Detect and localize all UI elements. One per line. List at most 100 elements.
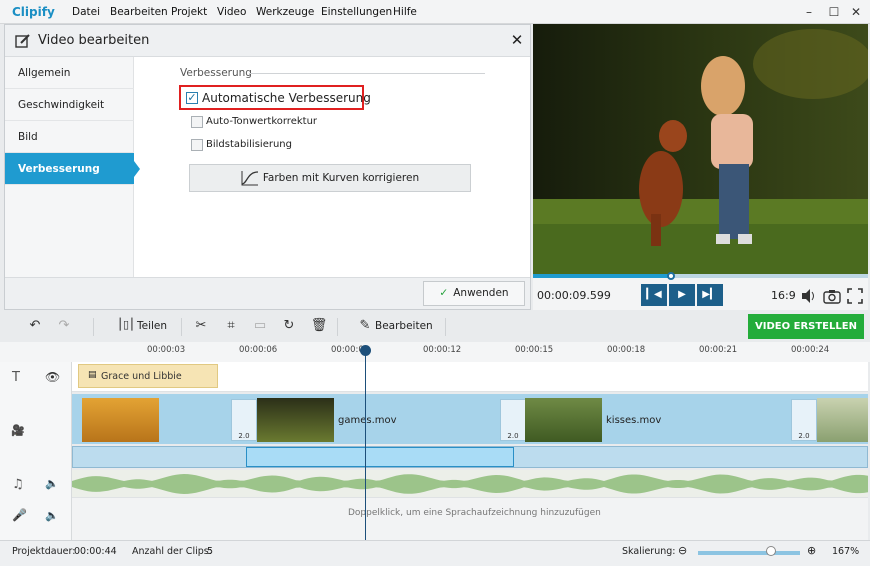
tick-label: 00:00:03 [147, 345, 186, 355]
clip-thumbnail[interactable] [817, 398, 868, 442]
play-button[interactable]: ▶ [669, 284, 695, 306]
menu-datei[interactable]: Datei [72, 6, 100, 18]
tick-label: 00:00:15 [515, 345, 554, 355]
transition-duration: 2.0 [507, 432, 519, 440]
zoom-slider[interactable] [698, 551, 800, 555]
zoom-label: Skalierung: [622, 546, 676, 557]
audio-track[interactable] [72, 470, 868, 498]
clip-thumbnail[interactable] [257, 398, 334, 442]
clips-count-value: 5 [207, 546, 214, 557]
seek-handle[interactable] [667, 272, 675, 280]
menu-hilfe[interactable]: Hilfe [393, 6, 417, 18]
transition-duration: 2.0 [798, 432, 810, 440]
music-icon: ♫ [12, 477, 24, 492]
scissors-icon[interactable]: ✂ [192, 318, 210, 333]
active-arrow-icon [134, 161, 140, 177]
video-track[interactable] [72, 394, 868, 444]
auto-enhance-checkbox[interactable]: ✓ [186, 92, 198, 104]
apply-button[interactable]: ✓ Anwenden [423, 281, 525, 306]
voice-track[interactable] [72, 498, 868, 540]
clip-thumbnail[interactable] [525, 398, 602, 442]
menu-bearbeiten[interactable]: Bearbeiten [110, 6, 168, 18]
maximize-button[interactable]: ☐ [823, 2, 845, 22]
clip-thumbnail[interactable] [82, 398, 159, 442]
sidebar-item-geschwindigkeit[interactable]: Geschwindigkeit [5, 89, 134, 121]
track-headers [0, 362, 72, 540]
fullscreen-icon[interactable] [847, 288, 863, 304]
app-logo: Clipify [12, 5, 55, 19]
curves-button-label: Farben mit Kurven korrigieren [262, 172, 420, 184]
skip-back-button[interactable]: ▎◀ [641, 284, 667, 306]
dialog-header: Video bearbeiten ✕ [5, 25, 530, 57]
microphone-icon: 🎤 [12, 508, 27, 522]
eye-icon[interactable]: 👁 [45, 370, 60, 384]
selected-segment[interactable] [246, 447, 514, 467]
video-track-icon: 🎥 [11, 424, 25, 437]
title-icon: ▤ [88, 370, 97, 380]
close-window-button[interactable]: ✕ [845, 2, 867, 22]
split-icon[interactable]: ⎮▯⎮ [117, 318, 135, 331]
curves-button[interactable]: Farben mit Kurven korrigieren [189, 164, 471, 192]
rotate-icon[interactable]: ↻ [280, 318, 298, 333]
sidebar-item-verbesserung[interactable]: Verbesserung [5, 153, 134, 185]
toolbar-separator [181, 318, 182, 336]
snapshot-icon[interactable] [823, 288, 841, 304]
create-video-button[interactable]: VIDEO ERSTELLEN [748, 314, 864, 339]
edit-video-dialog: Video bearbeiten ✕ Allgemein Geschwindig… [4, 24, 531, 310]
split-button[interactable]: Teilen [137, 320, 167, 332]
undo-icon[interactable]: ↶ [26, 318, 44, 333]
sidebar-item-allgemein[interactable]: Allgemein [5, 57, 134, 89]
tick-label: 00:00:06 [239, 345, 278, 355]
video-preview[interactable] [533, 24, 868, 274]
skip-forward-button[interactable]: ▶▎ [697, 284, 723, 306]
menu-video[interactable]: Video [217, 6, 246, 18]
trash-icon[interactable]: 🗑 [310, 318, 328, 333]
clips-count-label: Anzahl der Clips: [132, 546, 212, 557]
text-track-icon: T [12, 370, 20, 385]
voice-hint: Doppelklick, um eine Sprachaufzeichnung … [348, 508, 601, 518]
minimize-button[interactable]: – [798, 2, 820, 22]
duration-label: Projektdauer: [12, 546, 76, 557]
clip-name: games.mov [338, 415, 397, 426]
volume-icon[interactable] [800, 288, 816, 304]
toolbar-separator [445, 318, 446, 336]
aspect-ratio[interactable]: 16:9 [771, 289, 796, 302]
zoom-in-icon[interactable]: ⊕ [807, 544, 816, 557]
dialog-title: Video bearbeiten [38, 33, 150, 48]
transition-duration: 2.0 [238, 432, 250, 440]
zoom-out-icon[interactable]: ⊖ [678, 544, 687, 557]
playhead-line [365, 347, 366, 540]
zoom-value: 167% [832, 546, 860, 557]
preview-image [533, 24, 868, 274]
menu-werkzeuge[interactable]: Werkzeuge [256, 6, 314, 18]
tick-label: 00:00:24 [791, 345, 830, 355]
stabilization-checkbox[interactable] [191, 139, 203, 151]
tick-label: 00:00:12 [423, 345, 462, 355]
seek-progress [533, 274, 671, 278]
sidebar-item-bild[interactable]: Bild [5, 121, 134, 153]
section-divider [249, 73, 485, 74]
close-icon[interactable]: ✕ [508, 31, 526, 49]
auto-levels-checkbox[interactable] [191, 116, 203, 128]
edit-button[interactable]: Bearbeiten [375, 320, 433, 332]
voice-volume-icon[interactable]: 🔈 [45, 509, 59, 522]
text-clip-label: Grace und Libbie [101, 371, 182, 382]
edit-clip-icon[interactable]: ✎ [356, 318, 374, 333]
audio-waveform [72, 474, 868, 494]
menu-projekt[interactable]: Projekt [171, 6, 207, 18]
stabilization-label: Bildstabilisierung [206, 139, 292, 150]
playhead-handle[interactable] [360, 345, 371, 356]
redo-icon[interactable]: ↷ [55, 318, 73, 333]
apply-label: Anwenden [453, 287, 509, 299]
check-icon: ✓ [439, 287, 449, 299]
resize-icon[interactable]: ▭ [251, 318, 269, 333]
dialog-sidebar: Allgemein Geschwindigkeit Bild Verbesser… [5, 57, 140, 277]
audio-volume-icon[interactable]: 🔈 [45, 477, 59, 490]
toolbar-separator [93, 318, 94, 336]
zoom-handle[interactable] [766, 546, 776, 556]
tick-label: 00:00:21 [699, 345, 738, 355]
crop-icon[interactable]: ⌗ [222, 318, 240, 333]
edit-icon [15, 34, 30, 48]
current-time: 00:00:09.599 [537, 289, 611, 302]
menu-einstellungen[interactable]: Einstellungen [321, 6, 392, 18]
